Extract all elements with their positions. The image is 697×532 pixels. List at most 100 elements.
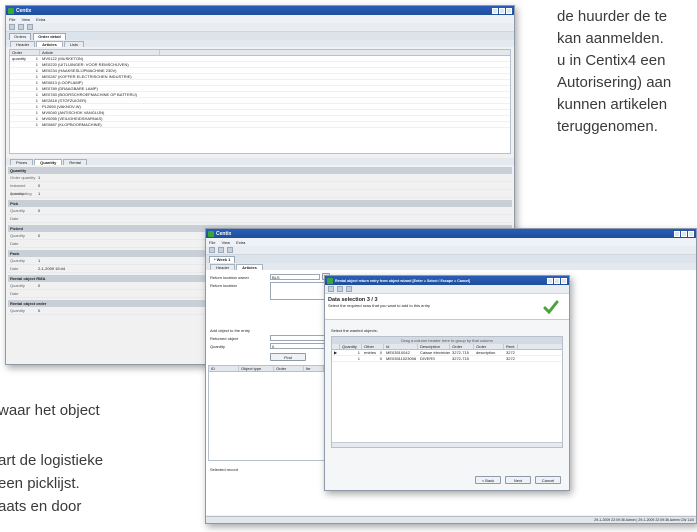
tab-articles[interactable]: Articles	[36, 41, 63, 47]
table-row[interactable]: 1 0 ME03511023006 DIVERS 3272-715 3272	[332, 356, 562, 362]
quantity-input[interactable]: 0	[270, 343, 330, 349]
row-quantity: 1	[35, 62, 38, 67]
row-article: ME0287 (KOFFER ELECTRISCHEN INDUSTRIE)	[42, 74, 132, 79]
menu-file[interactable]: File	[9, 17, 15, 22]
section-header: Quantity	[8, 167, 512, 174]
column-header[interactable]: Order	[450, 344, 474, 349]
new-icon[interactable]	[209, 247, 215, 253]
maximize-icon[interactable]	[554, 277, 560, 284]
bg-line: de huurder de te	[557, 8, 668, 25]
column-header[interactable]: Other entries	[362, 344, 384, 355]
table-cell	[474, 356, 504, 361]
table-cell: ME03510042	[386, 350, 410, 355]
col-ite[interactable]: Ite	[304, 366, 324, 371]
refresh-icon[interactable]	[227, 247, 233, 253]
row-article: ME0783 (BOORSCHROEFMACHINE OP BATTERIJ)	[42, 92, 137, 97]
app-logo-icon	[208, 230, 214, 237]
minimize-icon[interactable]	[547, 277, 553, 284]
save-icon[interactable]	[18, 24, 24, 30]
tab-rental[interactable]: Rental	[63, 159, 87, 165]
refresh-icon[interactable]	[27, 24, 33, 30]
col-article[interactable]: Article	[40, 50, 160, 55]
table-cell: 0	[379, 356, 382, 361]
minimize-icon[interactable]	[492, 7, 498, 14]
menu-extra[interactable]: Extra	[236, 240, 245, 245]
status-bar: 29-1-2009 22:09:36 Admin | 29-1-2009 22:…	[206, 516, 696, 523]
dialog-buttons: < Back Next Cancel	[475, 476, 561, 484]
row-article: ME0234 (HAAKSESLIJPMACHINE 230V)	[42, 68, 117, 73]
save-icon[interactable]	[337, 286, 343, 292]
tab-prices[interactable]: Prices	[10, 159, 34, 165]
col-order-quantity[interactable]: Order quantity	[10, 50, 40, 61]
row-quantity: 1	[35, 68, 38, 73]
new-icon[interactable]	[328, 286, 334, 292]
row-article: ME0789 (DRAAGBARE LAMP)	[42, 86, 98, 91]
row-quantity: 1	[35, 122, 38, 127]
field-label: Order quantity	[10, 175, 36, 180]
field-value: 2-1-2009 15:44	[38, 266, 66, 271]
maximize-icon[interactable]	[499, 7, 505, 14]
minimize-icon[interactable]	[674, 230, 680, 237]
close-icon[interactable]	[561, 277, 567, 284]
col-order[interactable]: Order	[274, 366, 304, 371]
back-button[interactable]: < Back	[475, 476, 501, 484]
objects-grid: Drag a column header here to group by th…	[331, 336, 563, 448]
table-cell: 1	[357, 350, 360, 355]
row-quantity: 1	[35, 80, 38, 85]
tab-order-detail[interactable]: Order detail	[33, 33, 66, 40]
new-icon[interactable]	[9, 24, 15, 30]
tab-quantity[interactable]: Quantity	[34, 159, 63, 165]
tab-orders[interactable]: Orders	[9, 33, 32, 40]
bg-text-left-4: aats en door	[0, 498, 82, 515]
find-button[interactable]: Find	[270, 353, 306, 361]
row-article: ME0887 (KLOPBOORMACHINE)	[42, 122, 102, 127]
cancel-button[interactable]: Cancel	[535, 476, 561, 484]
menu-view[interactable]: View	[21, 17, 30, 22]
field-label: Quantity	[10, 283, 25, 288]
column-header[interactable]: Id	[384, 344, 418, 349]
field-label: Quantity	[10, 258, 25, 263]
row-article: ME2818 (STOFZUIGER)	[42, 98, 87, 103]
tab-week-1[interactable]: * Week 1	[209, 256, 236, 263]
close-icon[interactable]	[506, 7, 512, 14]
field-value: 0	[38, 183, 41, 188]
table-row[interactable]: 1 ME0887 (KLOPBOORMACHINE)	[10, 122, 510, 128]
row-article: PL2650 (VAKNOV-W)	[42, 104, 81, 109]
col-object-type[interactable]: Object type	[239, 366, 274, 371]
horizontal-scrollbar[interactable]	[332, 442, 562, 447]
field-value: 1	[38, 258, 41, 263]
row-quantity: 1	[35, 74, 38, 79]
returned-object-input[interactable]	[270, 335, 330, 341]
grid-header: ID Object type Order Ite	[209, 366, 327, 372]
column-header[interactable]: Quantity	[340, 344, 362, 349]
tab-lists[interactable]: Lists	[63, 41, 85, 47]
column-header[interactable]: Order description	[474, 344, 504, 355]
table-cell: 3272-715	[452, 350, 469, 355]
menu-file[interactable]: File	[209, 240, 215, 245]
refresh-icon[interactable]	[346, 286, 352, 292]
field-value: 0	[38, 308, 41, 313]
field-value: 0	[38, 233, 41, 238]
dialog-title: Rental object return entry from object w…	[335, 278, 471, 283]
detail-tabs: Prices Quantity Rental	[6, 158, 514, 165]
save-icon[interactable]	[218, 247, 224, 253]
close-icon[interactable]	[688, 230, 694, 237]
field-label: Instaned quantity	[10, 183, 26, 196]
select-objects-label: Select the wanted objects:	[331, 328, 378, 333]
toolbar	[206, 246, 696, 255]
toolbar	[6, 23, 514, 32]
toolbar	[325, 285, 569, 294]
menu-view[interactable]: View	[221, 240, 230, 245]
menu-extra[interactable]: Extra	[36, 17, 45, 22]
tab-header[interactable]: Header	[10, 41, 36, 47]
column-header[interactable]: Rent	[504, 344, 518, 349]
next-button[interactable]: Next	[505, 476, 531, 484]
title-bar: Centix	[6, 6, 514, 15]
row-quantity: 1	[35, 110, 38, 115]
column-header[interactable]: Description	[418, 344, 450, 349]
col-id[interactable]: ID	[209, 366, 239, 371]
maximize-icon[interactable]	[681, 230, 687, 237]
grid-body: 1 MV0122 (MUSKETON) 1 ME0220 (UITLUINGER: V…	[10, 56, 510, 128]
owner-input[interactable]: BLS	[270, 274, 320, 280]
window-title: Centix	[216, 230, 232, 237]
